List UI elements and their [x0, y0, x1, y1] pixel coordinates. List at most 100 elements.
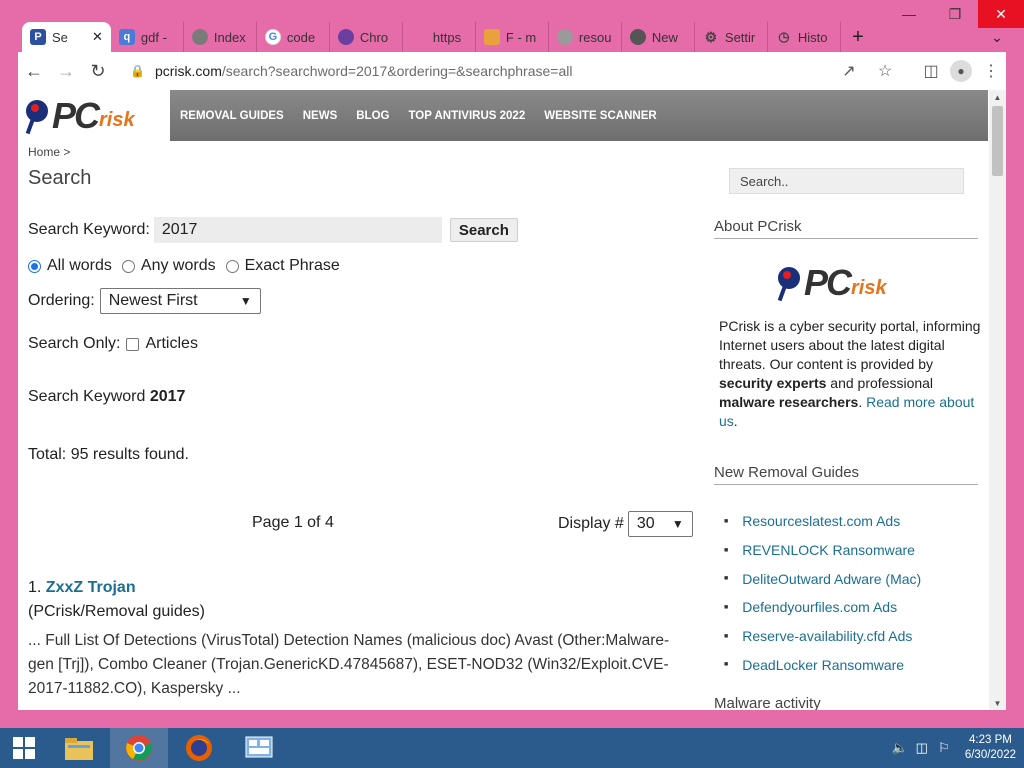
search-button[interactable]: Search [449, 218, 518, 242]
action-center-icon[interactable]: ⚐ [933, 737, 955, 759]
tab-history[interactable]: ◷ Histo [768, 22, 841, 52]
keyword-summary: Search Keyword 2017 [28, 388, 185, 406]
guide-link[interactable]: Reserve-availability.cfd Ads [724, 622, 921, 651]
removal-guides-list: Resourceslatest.com Ads REVENLOCK Ransom… [724, 507, 921, 679]
close-tab-icon[interactable]: ✕ [92, 29, 103, 45]
folder-icon [65, 738, 93, 760]
clock-date: 6/30/2022 [964, 749, 1016, 761]
nav-blog[interactable]: BLOG [356, 110, 389, 122]
tab-chrome[interactable]: Chro [330, 22, 403, 52]
windows-logo-icon [13, 737, 35, 759]
start-button[interactable] [0, 728, 48, 768]
malware-activity-heading: Malware activity [714, 695, 821, 710]
radio-all-words[interactable] [28, 259, 41, 273]
nav-top-antivirus[interactable]: TOP ANTIVIRUS 2022 [408, 110, 525, 122]
scrollbar-thumb[interactable] [992, 106, 1003, 176]
taskbar-chrome[interactable] [110, 728, 168, 768]
clock-time: 4:23 PM [969, 734, 1012, 746]
tab-https[interactable]: https [403, 22, 476, 52]
ordering-select[interactable]: Newest First ▼ [99, 288, 261, 314]
profile-button[interactable]: ● [946, 56, 976, 86]
flag-favicon-icon [483, 29, 500, 45]
guide-link[interactable]: DeliteOutward Adware (Mac) [724, 564, 921, 593]
taskbar: 🔈 ◫ ⚐ 4:23 PM 6/30/2022 [0, 728, 1024, 768]
firefox-icon [186, 735, 212, 761]
nav-removal-guides[interactable]: REMOVAL GUIDES [180, 110, 284, 122]
taskbar-control-panel[interactable] [230, 728, 288, 768]
taskbar-firefox[interactable] [170, 728, 228, 768]
scroll-up-icon[interactable]: ▲ [989, 90, 1006, 104]
magnifier-logo-icon [24, 98, 52, 134]
radio-exact-phrase[interactable] [225, 259, 239, 273]
tab-settings[interactable]: ⚙ Settir [695, 22, 768, 52]
about-text-part: . [733, 413, 738, 429]
scroll-down-icon[interactable]: ▼ [989, 696, 1006, 710]
taskbar-file-explorer[interactable] [50, 728, 108, 768]
search-only-label: Search Only: [28, 335, 121, 352]
articles-checkbox[interactable] [126, 337, 140, 351]
display-label: Display # [558, 515, 624, 532]
tab-f-m[interactable]: F - m [476, 22, 549, 52]
sidebar-search-input[interactable]: Search.. [729, 168, 964, 194]
vertical-scrollbar[interactable]: ▲ ▼ [989, 90, 1006, 710]
keyword-summary-label: Search Keyword [28, 388, 146, 405]
blank-favicon-icon [411, 29, 427, 45]
network-icon[interactable]: ◫ [911, 737, 933, 759]
address-bar[interactable]: 🔒 pcrisk.com/search?searchword=2017&orde… [120, 56, 910, 86]
keyword-input[interactable] [153, 217, 442, 243]
tab-index[interactable]: Index [184, 22, 257, 52]
tab-label: code [286, 29, 316, 45]
taskbar-clock[interactable]: 4:23 PM 6/30/2022 [965, 733, 1016, 763]
display-select[interactable]: 30 ▼ [627, 511, 693, 537]
guide-link[interactable]: Defendyourfiles.com Ads [724, 593, 921, 622]
result-number: 1. [28, 579, 42, 596]
ordering-row: Ordering: Newest First ▼ [28, 288, 261, 314]
volume-muted-icon[interactable]: 🔈 [889, 737, 911, 759]
tab-search[interactable]: P Se ✕ [22, 22, 111, 52]
tab-gdf[interactable]: q gdf - [111, 22, 184, 52]
total-results: Total: 95 results found. [28, 446, 189, 463]
magnifier-logo-icon [776, 265, 804, 302]
bookmark-star-icon[interactable]: ☆ [870, 56, 900, 86]
tab-label: Settir [724, 29, 756, 45]
breadcrumb[interactable]: Home > [28, 145, 693, 159]
page-title: Search [28, 167, 92, 189]
nav-news[interactable]: NEWS [303, 110, 338, 122]
page-viewport: PC risk REMOVAL GUIDES NEWS BLOG TOP ANT… [18, 90, 1006, 710]
result-title-link[interactable]: ZxxZ Trojan [46, 579, 136, 597]
search-only-row: Search Only: Articles [28, 335, 198, 353]
radio-all-label: All words [47, 257, 112, 274]
page-info: Page 1 of 4 [252, 514, 334, 531]
guide-link[interactable]: REVENLOCK Ransomware [724, 536, 921, 565]
gear-favicon-icon: ⚙ [704, 28, 718, 45]
tab-new[interactable]: New [622, 22, 695, 52]
forward-button[interactable]: → [50, 55, 82, 87]
keyword-label: Search Keyword: [28, 221, 150, 238]
pcrisk-logo[interactable]: PC risk [18, 90, 170, 141]
new-tab-button[interactable]: + [841, 22, 875, 52]
tab-search-chevron-icon[interactable]: ⌄ [982, 22, 1012, 52]
radio-any-words[interactable] [121, 259, 135, 273]
share-icon[interactable]: ↗ [834, 56, 864, 86]
back-button[interactable]: ← [18, 55, 50, 87]
guide-link[interactable]: DeadLocker Ransomware [724, 650, 921, 679]
display-row: Display # 30 ▼ [558, 511, 693, 537]
menu-kebab-icon[interactable]: ⋮ [976, 56, 1006, 86]
display-value: 30 [636, 515, 655, 532]
site-nav: REMOVAL GUIDES NEWS BLOG TOP ANTIVIRUS 2… [170, 90, 676, 141]
brave-favicon-icon [337, 29, 354, 45]
tab-strip: P Se ✕ q gdf - Index G code Chro https F… [22, 18, 1012, 52]
about-text-part: . [858, 394, 867, 410]
tab-code[interactable]: G code [257, 22, 330, 52]
about-text-part: and professional [826, 375, 934, 391]
search-favicon-icon: q [118, 29, 135, 45]
nav-website-scanner[interactable]: WEBSITE SCANNER [544, 110, 656, 122]
tab-label: Histo [797, 29, 828, 45]
keyword-summary-value: 2017 [149, 388, 186, 405]
tab-resources[interactable]: resou [549, 22, 622, 52]
lock-icon[interactable]: 🔒 [130, 64, 145, 78]
guide-link[interactable]: Resourceslatest.com Ads [724, 507, 921, 536]
reload-button[interactable]: ↻ [82, 55, 114, 87]
side-panel-icon[interactable]: ◫ [916, 56, 946, 86]
pcrisk-sidebar-logo: PC risk [776, 262, 887, 304]
